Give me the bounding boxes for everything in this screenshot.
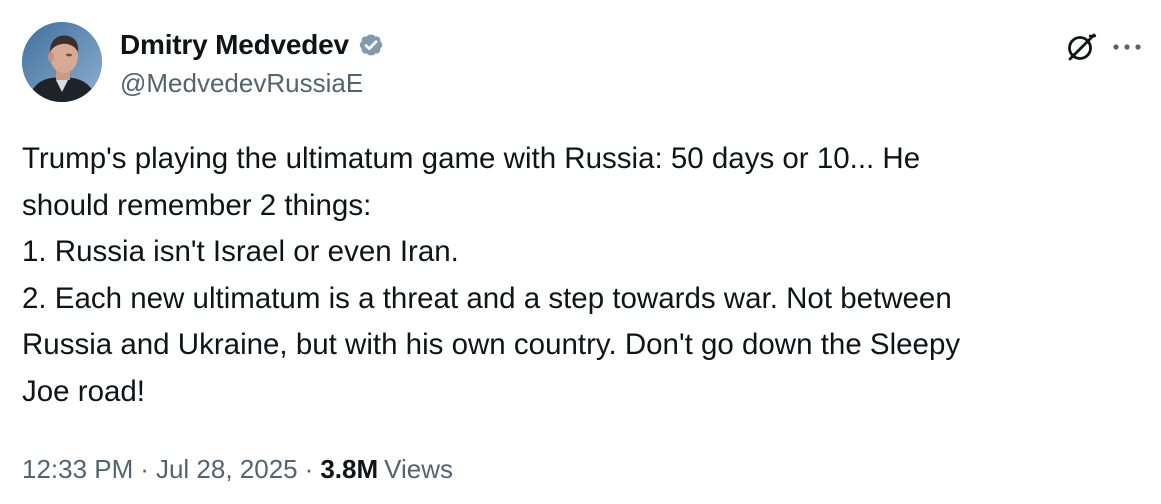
tweet-text-line: Russia and Ukraine, but with his own cou… [22,328,961,361]
tweet-date[interactable]: Jul 28, 2025 [156,454,298,485]
views-count[interactable]: 3.8M [320,454,378,485]
header-actions [1064,30,1142,64]
tweet-text-line: Trump's playing the ultimatum game with … [22,142,921,175]
views-label: Views [384,454,454,484]
tweet-text-line: 1. Russia isn't Israel or even Iran. [22,235,459,268]
author-identity: Dmitry Medvedev @MedvedevRussiaE [120,28,387,99]
tweet-time[interactable]: 12:33 PM [22,454,133,485]
author-display-name[interactable]: Dmitry Medvedev [120,29,349,61]
tweet-card: Dmitry Medvedev @MedvedevRussiaE Trump's… [0,0,1161,504]
tweet-text-line: should remember 2 things: [22,188,372,222]
tweet-meta: 12:33 PM · Jul 28, 2025 · 3.8M Views [22,454,453,485]
avatar-photo [22,22,102,102]
author-handle[interactable]: @MedvedevRussiaE [120,68,387,99]
tweet-header: Dmitry Medvedev @MedvedevRussiaE [22,22,1142,106]
avatar[interactable] [22,22,102,102]
meta-separator: · [140,454,149,484]
grok-slash-circle-icon[interactable] [1064,30,1098,64]
tweet-text-line: 2. Each new ultimatum is a threat and a … [22,281,952,315]
more-horizontal-icon[interactable] [1112,32,1142,62]
meta-separator: · [304,454,314,484]
verified-badge-icon[interactable] [355,29,387,61]
tweet-text-line: Joe road! [22,374,145,408]
tweet-text: Trump's playing the ultimatum game with … [22,136,1142,415]
name-row: Dmitry Medvedev [120,28,387,62]
